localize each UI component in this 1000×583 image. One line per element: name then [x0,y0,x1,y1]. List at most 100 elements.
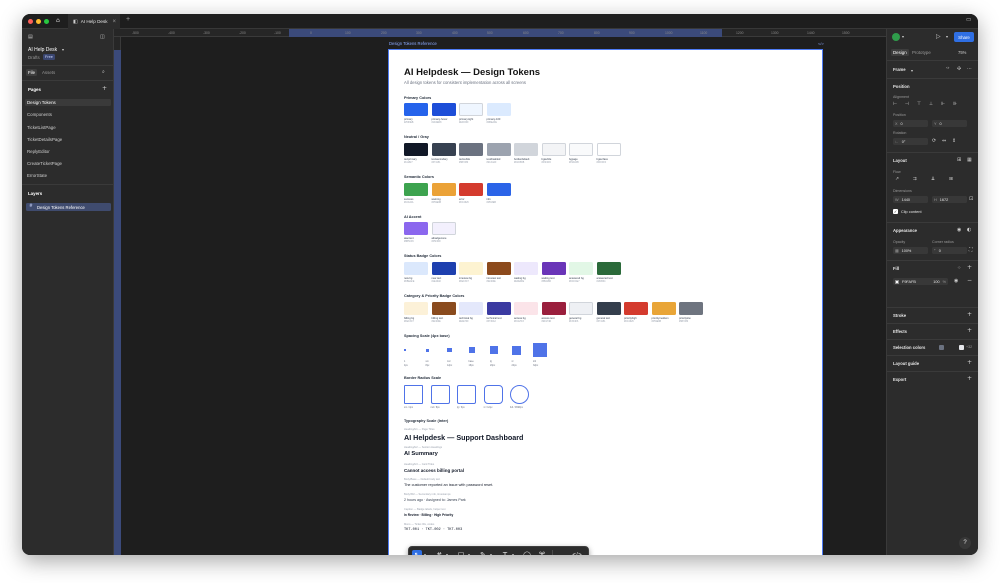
search-icon[interactable]: ⌕ [102,69,105,75]
color-swatch[interactable] [624,302,648,315]
flip-horizontal-icon[interactable]: ⇔ [942,138,946,144]
color-swatch[interactable] [651,302,676,315]
align-icon[interactable]: ⊤ [917,102,921,107]
frame-name-label[interactable]: Design Tokens Reference [389,41,437,46]
main-menu-icon[interactable]: ▤ [28,34,33,40]
remove-fill-icon[interactable]: − [967,277,972,284]
color-swatch[interactable] [596,302,621,315]
styles-icon[interactable]: ⁘ [957,265,961,271]
comment-tool-button[interactable]: ◯ [522,550,532,555]
color-swatch[interactable] [459,103,483,116]
fill-color-input[interactable]: F9FAFB 100 % [893,278,948,285]
maximize-window-button[interactable] [44,19,49,24]
page-item-design-tokens[interactable]: Design Tokens [27,100,56,105]
more-icon[interactable]: ⋯ [967,66,972,72]
text-tool-button[interactable]: T [500,550,510,555]
color-swatch[interactable] [569,302,593,315]
folder-icon[interactable]: ▭ [966,17,971,23]
chevron-down-icon[interactable]: ▾ [424,552,426,555]
pen-tool-button[interactable]: ✎ [478,550,488,555]
toggle-sidebar-icon[interactable]: ◫ [100,34,105,40]
color-swatch[interactable] [486,262,511,275]
new-tab-button[interactable]: + [126,16,130,23]
color-swatch[interactable] [514,262,538,275]
color-swatch[interactable] [679,302,703,315]
constrain-proportions-icon[interactable]: ⊡ [969,196,973,202]
color-swatch[interactable] [459,262,483,275]
present-icon[interactable]: ▷ [936,33,941,40]
help-button[interactable]: ? [959,537,971,549]
clip-content-checkbox[interactable]: ✓ [893,209,898,214]
blend-icon[interactable]: ◐ [967,227,971,233]
color-swatch[interactable] [431,143,456,156]
color-swatch[interactable] [541,262,566,275]
width-input[interactable]: W 1440 [893,196,928,203]
color-swatch[interactable] [486,103,511,116]
color-swatch[interactable] [404,222,428,235]
zoom-level[interactable]: 75% [958,50,966,55]
color-swatch[interactable] [431,103,456,116]
color-swatch[interactable] [459,143,483,156]
page-item-ticketlistpage[interactable]: TicketListPage [27,125,56,130]
add-fill-icon[interactable]: + [967,264,972,271]
color-swatch[interactable] [596,143,621,156]
page-item-ticketdetailspage[interactable]: TicketDetailsPage [27,137,62,142]
color-swatch[interactable] [431,222,456,235]
selection-colors-more[interactable]: +32 [966,345,972,349]
chevron-down-icon[interactable]: ▾ [490,552,492,555]
tab-file[interactable]: File [26,69,38,76]
corner-radius-input[interactable]: ⌜ 0 [932,247,967,254]
avatar[interactable] [892,33,900,41]
tab-assets[interactable]: Assets [42,70,55,75]
add-effect-icon[interactable]: + [967,327,972,334]
page-item-replyeditor[interactable]: ReplyEditor [27,149,50,154]
color-swatch[interactable] [459,302,483,315]
color-swatch[interactable] [431,302,456,315]
rotate-icon[interactable]: ⟳ [932,138,936,144]
chevron-down-icon[interactable]: ▾ [902,34,904,39]
layer-item-selected[interactable]: # Design Tokens Reference [26,203,111,211]
flow-icon[interactable]: ⇊ [931,177,935,182]
selection-color-swatch[interactable] [939,345,944,350]
color-swatch[interactable] [404,302,428,315]
canvas[interactable]: Design Tokens Reference </> AI Helpdesk … [121,37,886,555]
chevron-down-icon[interactable]: ▾ [946,34,948,39]
code-icon[interactable]: ‹› [946,66,950,71]
color-swatch[interactable] [514,302,538,315]
design-tokens-frame[interactable]: AI Helpdesk — Design Tokens All design t… [388,49,823,555]
shape-tool-button[interactable]: □ [456,550,466,555]
independent-corners-icon[interactable]: ⛶ [969,247,973,253]
minimize-window-button[interactable] [36,19,41,24]
add-page-icon[interactable]: + [102,85,107,92]
chevron-down-icon[interactable]: ▾ [446,552,448,555]
color-swatch[interactable] [459,183,483,196]
rotation-input[interactable]: ∟ 0° [893,138,928,145]
move-tool-button[interactable]: ↖ [412,550,422,555]
tab-design[interactable]: Design [891,49,909,56]
frame-tool-button[interactable]: # [434,550,444,555]
height-input[interactable]: H 1672 [932,196,967,203]
add-export-icon[interactable]: + [967,375,972,382]
x-input[interactable]: X0 [893,120,928,127]
drafts-label[interactable]: Drafts [28,55,40,60]
color-swatch[interactable] [541,302,566,315]
page-item-errorstate[interactable]: ErrorState [27,173,47,178]
color-swatch[interactable] [486,183,511,196]
chevron-down-icon[interactable]: ▾ [62,47,64,52]
frame-code-icon[interactable]: </> [818,41,824,46]
color-swatch[interactable] [486,143,511,156]
color-swatch[interactable] [404,143,428,156]
color-swatch[interactable] [404,183,428,196]
page-item-components[interactable]: Components [27,112,52,117]
eye-icon[interactable]: ◉ [954,278,958,284]
color-swatch[interactable] [486,302,511,315]
eye-icon[interactable]: ◉ [957,227,961,233]
color-swatch[interactable] [404,103,428,116]
tab-prototype[interactable]: Prototype [912,50,931,55]
component-icon[interactable]: ✣ [957,66,961,72]
close-window-button[interactable] [28,19,33,24]
flow-icon[interactable]: ⊞ [949,177,953,182]
actions-tool-button[interactable]: ⌘ [537,550,547,555]
color-swatch[interactable] [404,262,428,275]
opacity-input[interactable]: ▦ 100% [893,247,928,254]
